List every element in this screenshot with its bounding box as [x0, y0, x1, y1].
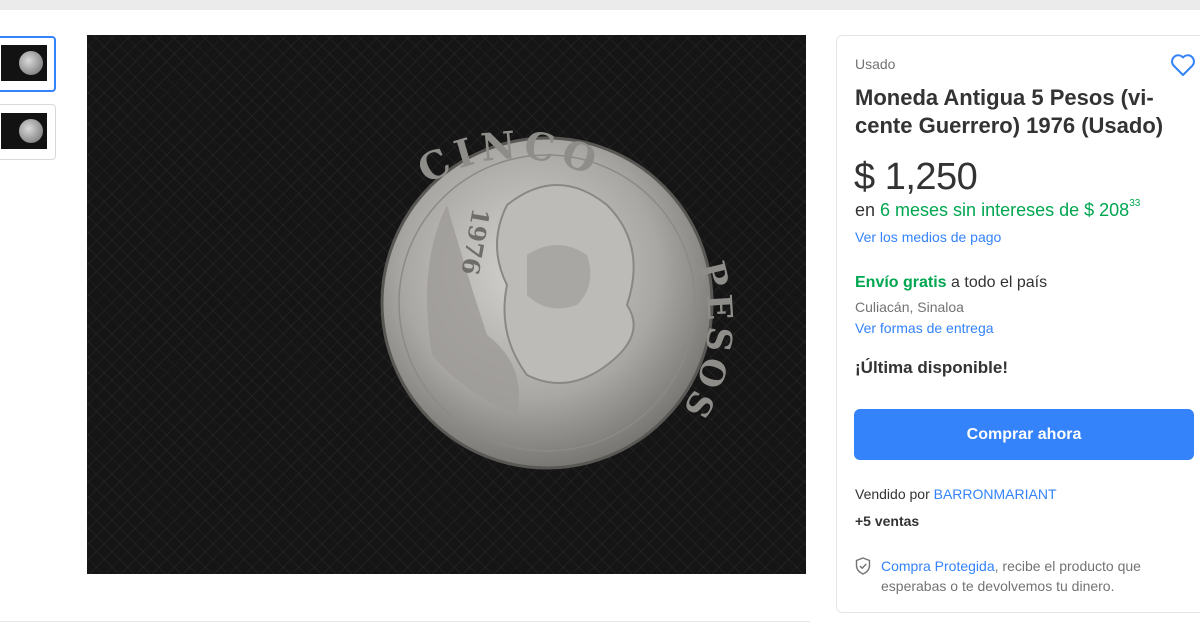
condition-label: Usado: [855, 56, 896, 72]
installments-cents: 33: [1129, 198, 1141, 209]
shield-check-icon: [855, 557, 871, 575]
thumbnail-2[interactable]: [0, 104, 56, 160]
thumbnail-image: [1, 113, 47, 149]
purchase-protection: Compra Protegida, recibe el producto que…: [881, 556, 1181, 596]
sales-count: +5 ventas: [855, 513, 920, 529]
installments: en 6 meses sin intereses de $ 20833: [855, 198, 1141, 221]
seller-link[interactable]: BARRONMARIANT: [934, 486, 1057, 502]
stock-status: ¡Última disponible!: [855, 358, 1008, 377]
installments-prefix: en: [855, 200, 881, 220]
installments-offer: 6 meses sin intereses de $ 208: [880, 200, 1130, 220]
product-title: Moneda Antigua 5 Pesos (vi- cente Guerre…: [855, 85, 1164, 138]
seller-info: Vendido por BARRONMARIANT: [855, 486, 1057, 502]
shipping-scope: a todo el país: [946, 274, 1048, 291]
payment-methods-link[interactable]: Ver los medios de pago: [855, 229, 1001, 245]
thumbnail-image: [1, 45, 47, 81]
heart-icon[interactable]: [1170, 53, 1196, 77]
thumbnail-1[interactable]: [0, 36, 56, 92]
free-shipping-label: Envío gratis: [855, 274, 947, 291]
seller-location: Culiacán, Sinaloa: [855, 299, 964, 315]
seller-prefix: Vendido por: [855, 486, 934, 502]
main-product-image[interactable]: CINCO 1976 PESOS: [87, 35, 806, 574]
coin-illustration: CINCO 1976 PESOS: [380, 122, 735, 470]
shipping-info: Envío gratis a todo el país: [855, 274, 1047, 292]
protected-purchase-link[interactable]: Compra Protegida: [881, 558, 995, 574]
delivery-options-link[interactable]: Ver formas de entrega: [855, 320, 994, 336]
price: $ 1,250: [854, 156, 978, 198]
divider: [0, 621, 810, 622]
buy-now-button[interactable]: Comprar ahora: [854, 409, 1194, 460]
purchase-panel: Usado Moneda Antigua 5 Pesos (vi- cente …: [836, 35, 1200, 613]
top-bar: [0, 0, 1200, 10]
